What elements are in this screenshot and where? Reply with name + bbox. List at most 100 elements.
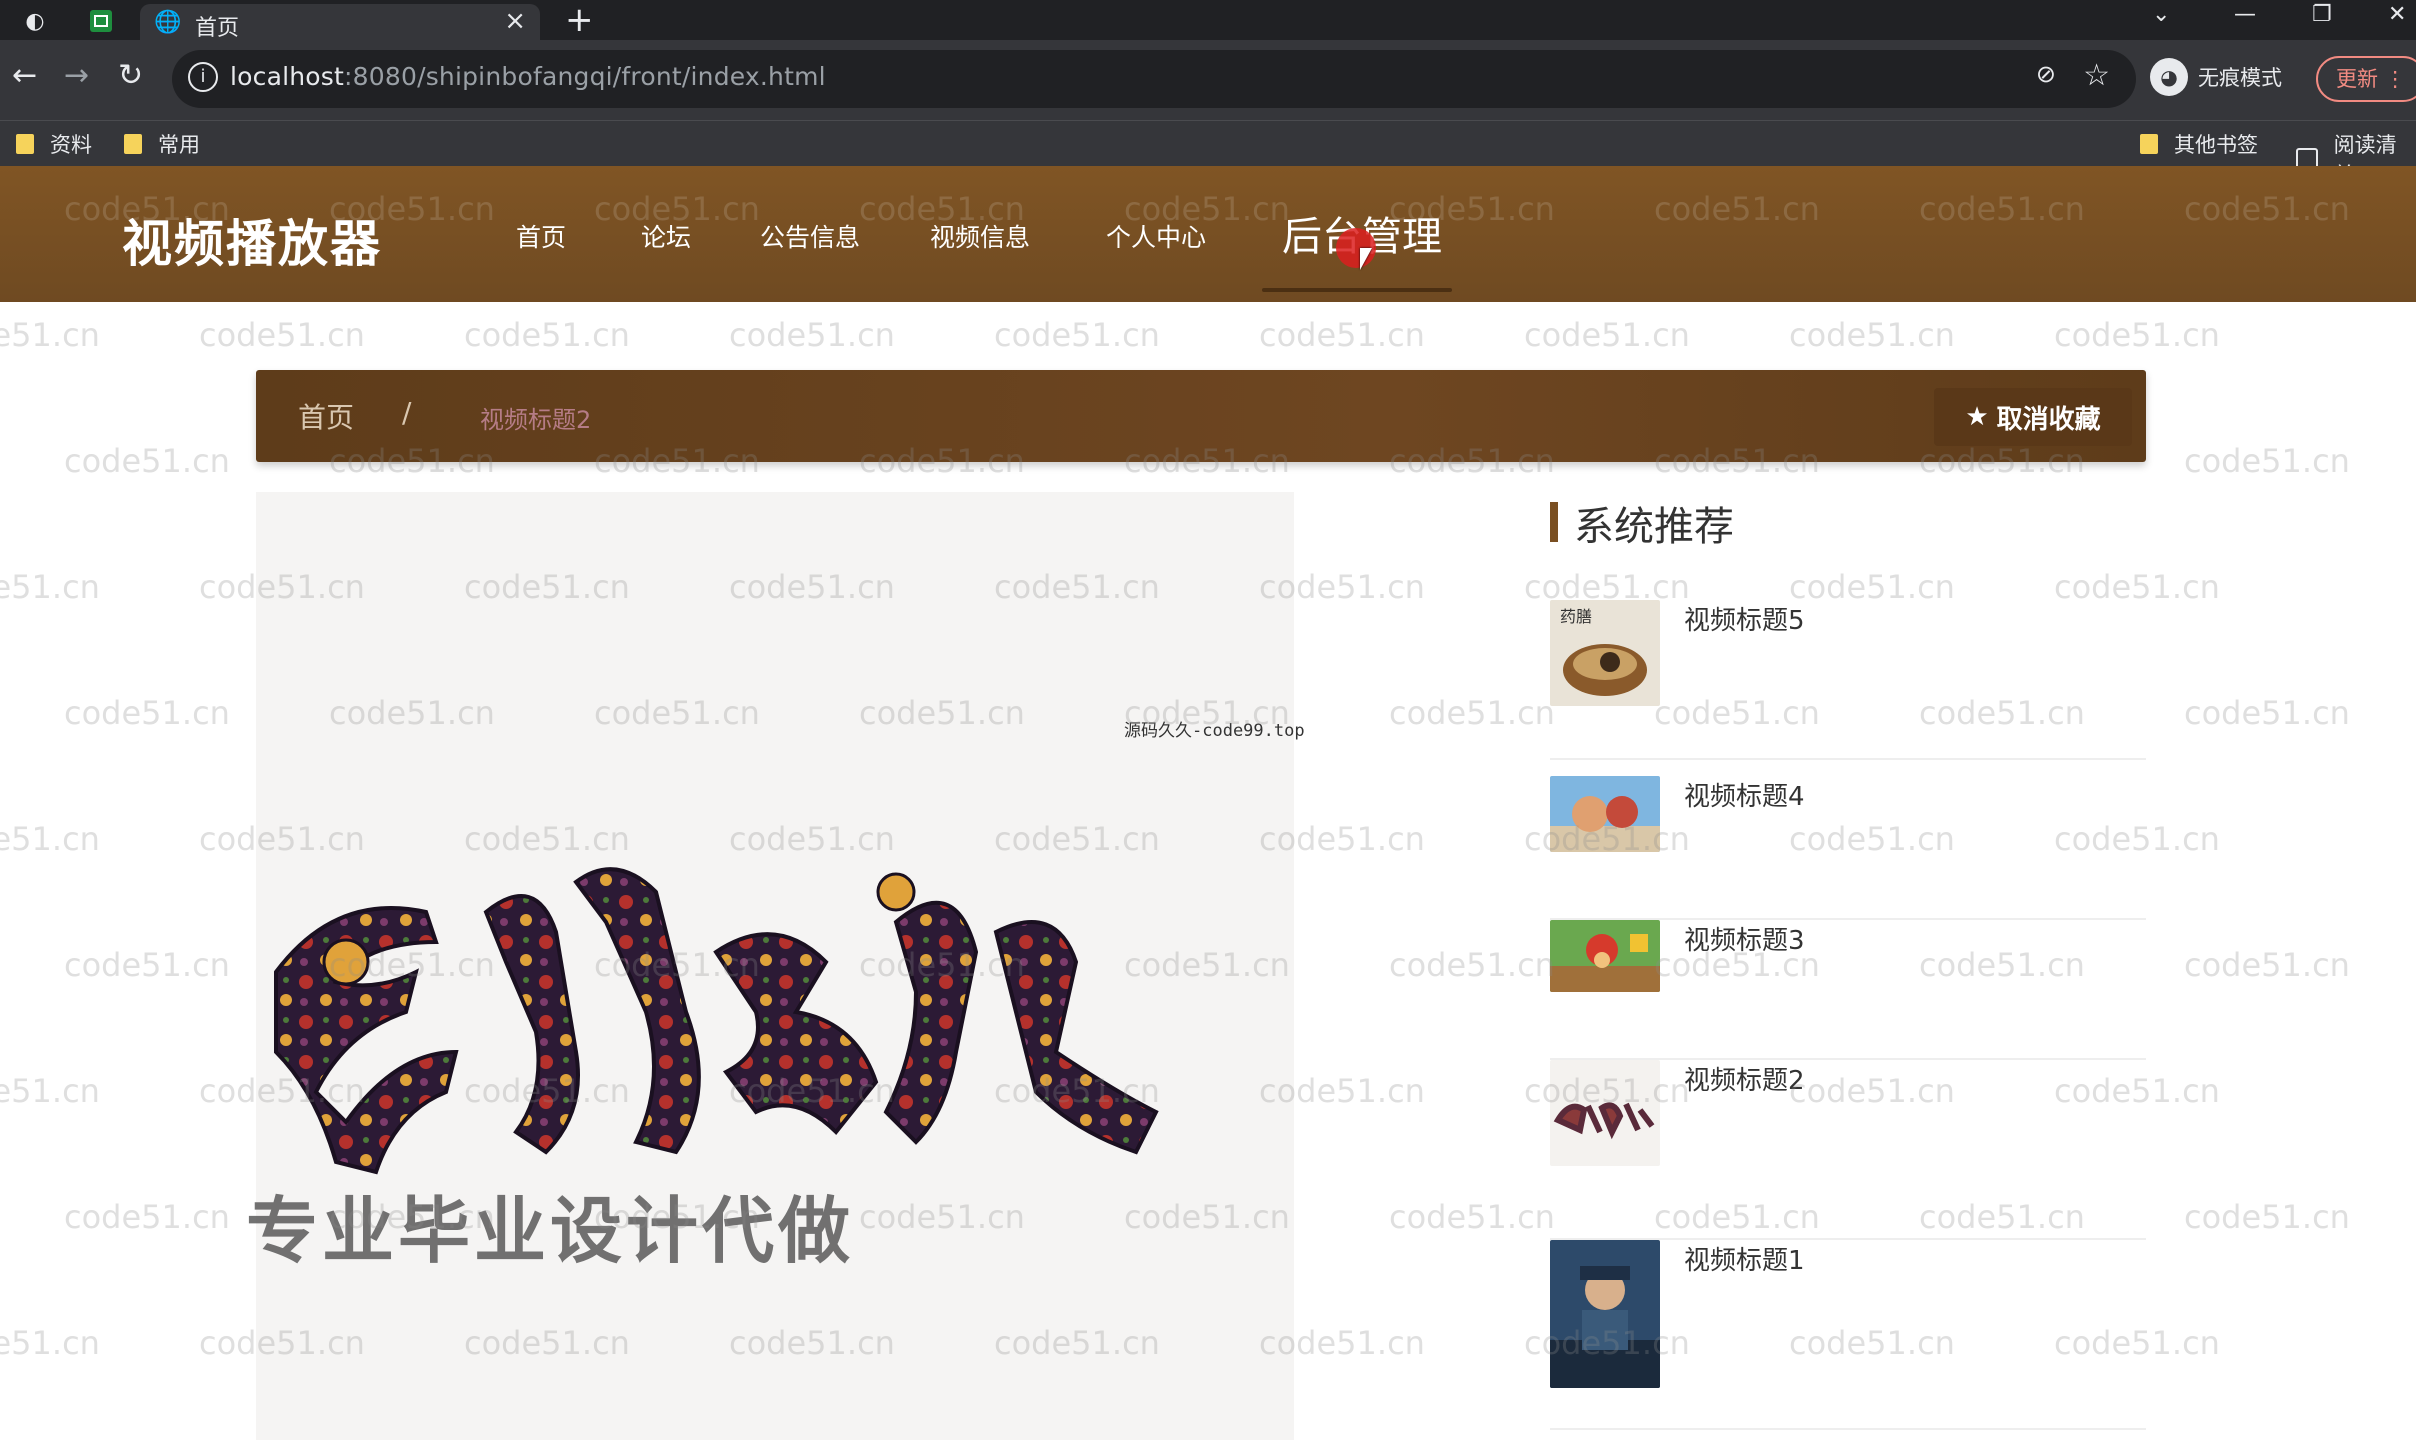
watermark-text: code51.cn bbox=[464, 316, 630, 354]
recommend-item-title[interactable]: 视频标题2 bbox=[1684, 1060, 1805, 1097]
recommend-item-1[interactable]: 视频标题1 bbox=[1550, 1240, 2146, 1430]
tab-title: 首页 bbox=[195, 16, 240, 41]
bookmark-folder-1[interactable]: 常用 bbox=[124, 129, 200, 159]
watermark-text: code51.cn bbox=[64, 442, 230, 480]
browser-toolbar: ← → ↻ i localhost:8080/shipinbofangqi/fr… bbox=[0, 40, 2416, 120]
bookmark-label: 资料 bbox=[50, 133, 92, 157]
video-thumbnail[interactable] bbox=[1550, 1240, 1660, 1388]
recommend-item-5[interactable]: 药膳 视频标题5 bbox=[1550, 600, 2146, 760]
watermark-text: code51.cn bbox=[2184, 946, 2350, 984]
watermark-text: code51.cn bbox=[2054, 316, 2220, 354]
new-tab-button[interactable]: + bbox=[565, 0, 594, 40]
watermark-text: code51.cn bbox=[1789, 316, 1955, 354]
watermark-text: code51.cn bbox=[0, 568, 100, 606]
restore-icon[interactable]: ❐ bbox=[2312, 2, 2332, 27]
svg-text:药膳: 药膳 bbox=[1560, 607, 1592, 626]
other-bookmarks[interactable]: 其他书签 bbox=[2140, 129, 2258, 159]
recommend-item-title[interactable]: 视频标题1 bbox=[1684, 1240, 1805, 1277]
divider bbox=[1550, 1428, 2146, 1430]
watermark-text: code51.cn bbox=[199, 316, 365, 354]
url-host: localhost bbox=[230, 62, 345, 91]
incognito-label: 无痕模式 bbox=[2198, 66, 2282, 90]
breadcrumb-separator: / bbox=[402, 396, 412, 429]
video-thumbnail[interactable] bbox=[1550, 1060, 1660, 1166]
incognito-icon: ◕ bbox=[2150, 58, 2188, 96]
poster-caption: 专业毕业设计代做 bbox=[246, 1189, 855, 1273]
watermark-text: code51.cn bbox=[64, 1198, 230, 1236]
watermark-text: code51.cn bbox=[1389, 694, 1555, 732]
watermark-text: code51.cn bbox=[64, 946, 230, 984]
video-thumbnail[interactable] bbox=[1550, 776, 1660, 852]
bookmark-star-icon[interactable]: ☆ bbox=[2083, 58, 2110, 93]
video-poster[interactable]: 专业毕业设计代做 bbox=[246, 492, 1294, 1440]
watermark-text: code51.cn bbox=[0, 1324, 100, 1362]
close-window-icon[interactable]: ✕ bbox=[2388, 2, 2406, 27]
watermark-text: code51.cn bbox=[64, 694, 230, 732]
globe-icon: 🌐 bbox=[154, 10, 182, 35]
nav-videos[interactable]: 视频信息 bbox=[930, 218, 1030, 254]
browser-logo-icon[interactable]: ◐ bbox=[20, 6, 50, 36]
watermark-text: code51.cn bbox=[0, 316, 100, 354]
bookmark-label: 常用 bbox=[158, 133, 200, 157]
forward-arrow-icon[interactable]: → bbox=[64, 58, 89, 93]
watermark-text: code51.cn bbox=[2184, 694, 2350, 732]
recommend-item-3[interactable]: 视频标题3 bbox=[1550, 920, 2146, 1060]
close-tab-icon[interactable]: × bbox=[504, 6, 526, 36]
popup-blocked-icon[interactable]: ⊘ bbox=[2036, 60, 2056, 88]
site-info-icon[interactable]: i bbox=[188, 62, 218, 92]
incognito-indicator[interactable]: ◕ 无痕模式 bbox=[2150, 58, 2282, 96]
watermark-text: code51.cn bbox=[2184, 442, 2350, 480]
bookmark-folder-0[interactable]: 资料 bbox=[16, 129, 92, 159]
folder-icon bbox=[16, 134, 34, 154]
recommend-accent-bar bbox=[1550, 502, 1558, 542]
bookmark-label: 其他书签 bbox=[2174, 133, 2258, 157]
watermark-text: code51.cn bbox=[1389, 946, 1555, 984]
watermark-text: code51.cn bbox=[2184, 1198, 2350, 1236]
unfavorite-button[interactable]: ★ 取消收藏 bbox=[1934, 388, 2132, 446]
nav-hover-underline bbox=[1262, 288, 1452, 292]
recommend-item-title[interactable]: 视频标题5 bbox=[1684, 600, 1805, 637]
update-label: 更新 bbox=[2336, 67, 2378, 91]
folk-culture-calligraphy-art bbox=[274, 867, 1159, 1175]
star-icon: ★ bbox=[1965, 402, 1989, 432]
watermark-text: code51.cn bbox=[1524, 316, 1690, 354]
minimize-icon[interactable]: — bbox=[2234, 2, 2256, 27]
source-note: 源码久久-code99.top bbox=[1124, 721, 1305, 741]
update-button[interactable]: 更新 ⋮ bbox=[2316, 56, 2416, 102]
reload-icon[interactable]: ↻ bbox=[118, 58, 143, 93]
nav-home[interactable]: 首页 bbox=[516, 218, 566, 254]
unfavorite-label: 取消收藏 bbox=[1996, 404, 2101, 435]
breadcrumb-home[interactable]: 首页 bbox=[298, 396, 354, 436]
page-viewport: 视频播放器 首页 论坛 公告信息 视频信息 个人中心 后台管理 首页 / 视频标… bbox=[0, 166, 2416, 1440]
recommend-item-4[interactable]: 视频标题4 bbox=[1550, 776, 2146, 920]
watermark-text: code51.cn bbox=[729, 316, 895, 354]
watermark-text: code51.cn bbox=[1259, 316, 1425, 354]
nav-announcements[interactable]: 公告信息 bbox=[760, 218, 860, 254]
recommend-item-title[interactable]: 视频标题3 bbox=[1684, 920, 1805, 957]
recommend-item-title[interactable]: 视频标题4 bbox=[1684, 776, 1805, 813]
recommend-item-2[interactable]: 视频标题2 bbox=[1550, 1060, 2146, 1240]
active-tab[interactable]: 🌐 首页 × bbox=[140, 4, 540, 41]
watermark-text: code51.cn bbox=[0, 1072, 100, 1110]
sheet-tab-icon[interactable] bbox=[86, 6, 116, 36]
recommend-title: 系统推荐 bbox=[1574, 504, 1734, 550]
address-bar[interactable]: i localhost:8080/shipinbofangqi/front/in… bbox=[172, 50, 2136, 108]
nav-forum[interactable]: 论坛 bbox=[641, 218, 691, 254]
folder-icon bbox=[124, 134, 142, 154]
site-header: 视频播放器 首页 论坛 公告信息 视频信息 个人中心 后台管理 bbox=[0, 166, 2416, 302]
watermark-text: code51.cn bbox=[1389, 1198, 1555, 1236]
url-text[interactable]: localhost:8080/shipinbofangqi/front/inde… bbox=[230, 62, 826, 91]
video-thumbnail[interactable]: 药膳 bbox=[1550, 600, 1660, 706]
browser-tab-strip: ◐ 🌐 首页 × + ⌄ — ❐ ✕ bbox=[0, 0, 2416, 41]
bookmarks-bar: 资料 常用 其他书签 阅读清单 bbox=[0, 120, 2416, 187]
divider bbox=[1550, 758, 2146, 760]
breadcrumb: 首页 / 视频标题2 ★ 取消收藏 bbox=[256, 370, 2146, 462]
folder-icon bbox=[2140, 134, 2158, 154]
back-arrow-icon[interactable]: ← bbox=[12, 58, 37, 93]
video-thumbnail[interactable] bbox=[1550, 920, 1660, 992]
url-path: :8080/shipinbofangqi/front/index.html bbox=[344, 62, 826, 91]
mouse-cursor-icon bbox=[1360, 248, 1372, 270]
tab-search-chevron-icon[interactable]: ⌄ bbox=[2152, 2, 2170, 27]
nav-personal-center[interactable]: 个人中心 bbox=[1106, 218, 1206, 254]
site-logo[interactable]: 视频播放器 bbox=[122, 204, 382, 276]
